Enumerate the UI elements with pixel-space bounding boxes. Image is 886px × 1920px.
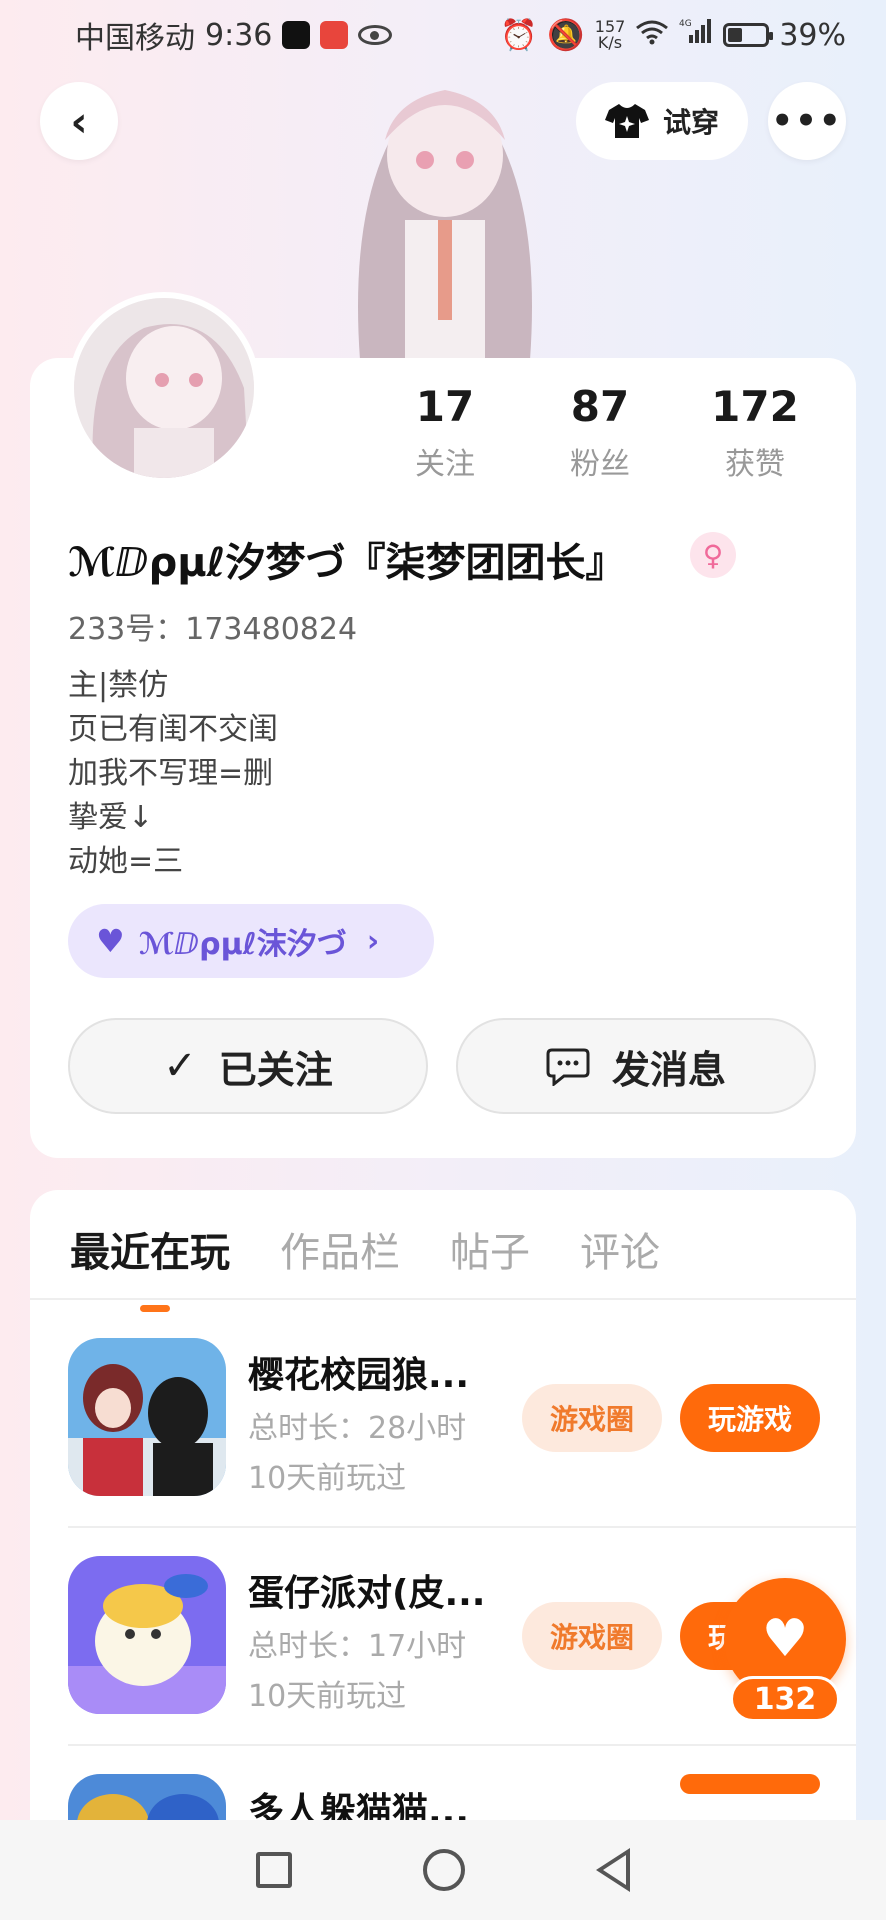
chevron-right-icon: ›: [366, 923, 380, 959]
heart-icon: ♥: [761, 1609, 809, 1669]
mute-icon: 🔕: [547, 17, 585, 53]
bio-line: 页已有闺不交闺: [68, 712, 278, 747]
game-last-played: 10天前玩过: [248, 1679, 407, 1714]
stat-value: 172: [711, 382, 799, 431]
stat-value: 17: [415, 382, 475, 431]
app-notification-icon: [320, 21, 349, 49]
game-name: 蛋仔派对(皮...: [248, 1573, 486, 1614]
home-icon[interactable]: [422, 1849, 465, 1891]
game-icon: [68, 1774, 226, 1820]
game-duration: 总时长：17小时: [248, 1629, 467, 1664]
tiktok-notification-icon: [282, 21, 311, 49]
stat-label: 粉丝: [570, 447, 630, 482]
game-row[interactable]: 樱花校园狼... 总时长：28小时 10天前玩过 游戏圈 玩游戏: [68, 1338, 856, 1498]
clock: 9:36: [205, 17, 273, 53]
message-label: 发消息: [611, 1047, 726, 1092]
character-figure-image: [320, 60, 570, 360]
check-icon: ✓: [163, 1043, 197, 1089]
more-dots-icon: •••: [771, 101, 843, 141]
recent-apps-icon[interactable]: [255, 1852, 292, 1888]
game-duration: 总时长：28小时: [248, 1411, 467, 1446]
carrier-label: 中国移动: [75, 21, 195, 56]
stat-followers[interactable]: 87 粉丝: [525, 382, 675, 483]
game-meta: 总时长：28小时 10天前玩过: [248, 1404, 466, 1504]
wifi-icon: [635, 18, 669, 53]
signal-icon: 4G: [679, 17, 713, 53]
chat-bubble-icon: [546, 1048, 590, 1086]
stat-likes[interactable]: 172 获赞: [680, 382, 830, 483]
game-icon: [68, 1556, 226, 1714]
bio-line: 动她=三: [68, 844, 184, 879]
alarm-icon: ⏰: [500, 17, 538, 53]
game-name: 樱花校园狼...: [248, 1355, 470, 1396]
game-circle-button[interactable]: 游戏圈: [522, 1384, 662, 1452]
more-button[interactable]: •••: [768, 82, 846, 160]
try-on-button[interactable]: 试穿: [576, 82, 748, 160]
divider: [68, 1526, 856, 1528]
female-gender-icon: ♀: [690, 532, 736, 578]
net-speed: 157 K/s: [594, 17, 626, 52]
stat-label: 获赞: [725, 447, 785, 482]
avatar[interactable]: [68, 292, 260, 484]
user-id: 233号：173480824: [68, 612, 358, 647]
divider: [30, 1298, 856, 1300]
back-button[interactable]: ‹: [40, 82, 118, 160]
divider: [68, 1744, 856, 1746]
play-game-button[interactable]: 玩游戏: [680, 1384, 820, 1452]
try-on-label: 试穿: [662, 106, 719, 139]
cp-name: ℳⅅρμℓ沫汐づ: [138, 927, 347, 962]
game-row[interactable]: 多人躲猫猫...: [68, 1774, 856, 1820]
tshirt-icon: [604, 104, 649, 138]
nickname: ℳⅅρμℓ汐梦づ『柒梦团团长』: [68, 540, 626, 586]
system-nav-bar: [0, 1820, 886, 1920]
battery-percent: 39%: [779, 17, 846, 53]
bio-line: 加我不写理=删: [68, 756, 274, 791]
stat-following[interactable]: 17 关注: [370, 382, 520, 483]
send-message-button[interactable]: 发消息: [456, 1018, 816, 1114]
chevron-left-icon: ‹: [70, 96, 88, 146]
stat-value: 87: [570, 382, 630, 431]
play-game-button[interactable]: [680, 1774, 820, 1794]
like-count: 132: [730, 1676, 840, 1722]
followed-button[interactable]: ✓ 已关注: [68, 1018, 428, 1114]
game-last-played: 10天前玩过: [248, 1461, 407, 1496]
game-meta: 总时长：17小时 10天前玩过: [248, 1622, 466, 1722]
bio-line: 主|禁仿: [68, 668, 169, 703]
battery-icon: [723, 23, 774, 47]
bio: 主|禁仿 页已有闺不交闺 加我不写理=删 挚爱↓ 动她=三: [68, 664, 278, 884]
game-name: 多人躲猫猫...: [248, 1791, 470, 1820]
svg-text:4G: 4G: [679, 19, 692, 29]
bio-line: 挚爱↓: [68, 800, 154, 835]
back-triangle-icon[interactable]: [596, 1848, 631, 1892]
profile-stats: 17 关注 87 粉丝 172 获赞: [370, 382, 830, 483]
stat-label: 关注: [415, 447, 475, 482]
heart-icon: ♥: [96, 922, 125, 960]
eye-icon: [358, 25, 393, 45]
cp-relation-tag[interactable]: ♥ ℳⅅρμℓ沫汐づ ›: [68, 904, 434, 978]
game-circle-button[interactable]: 游戏圈: [522, 1602, 662, 1670]
follow-label: 已关注: [218, 1047, 333, 1092]
game-icon: [68, 1338, 226, 1496]
